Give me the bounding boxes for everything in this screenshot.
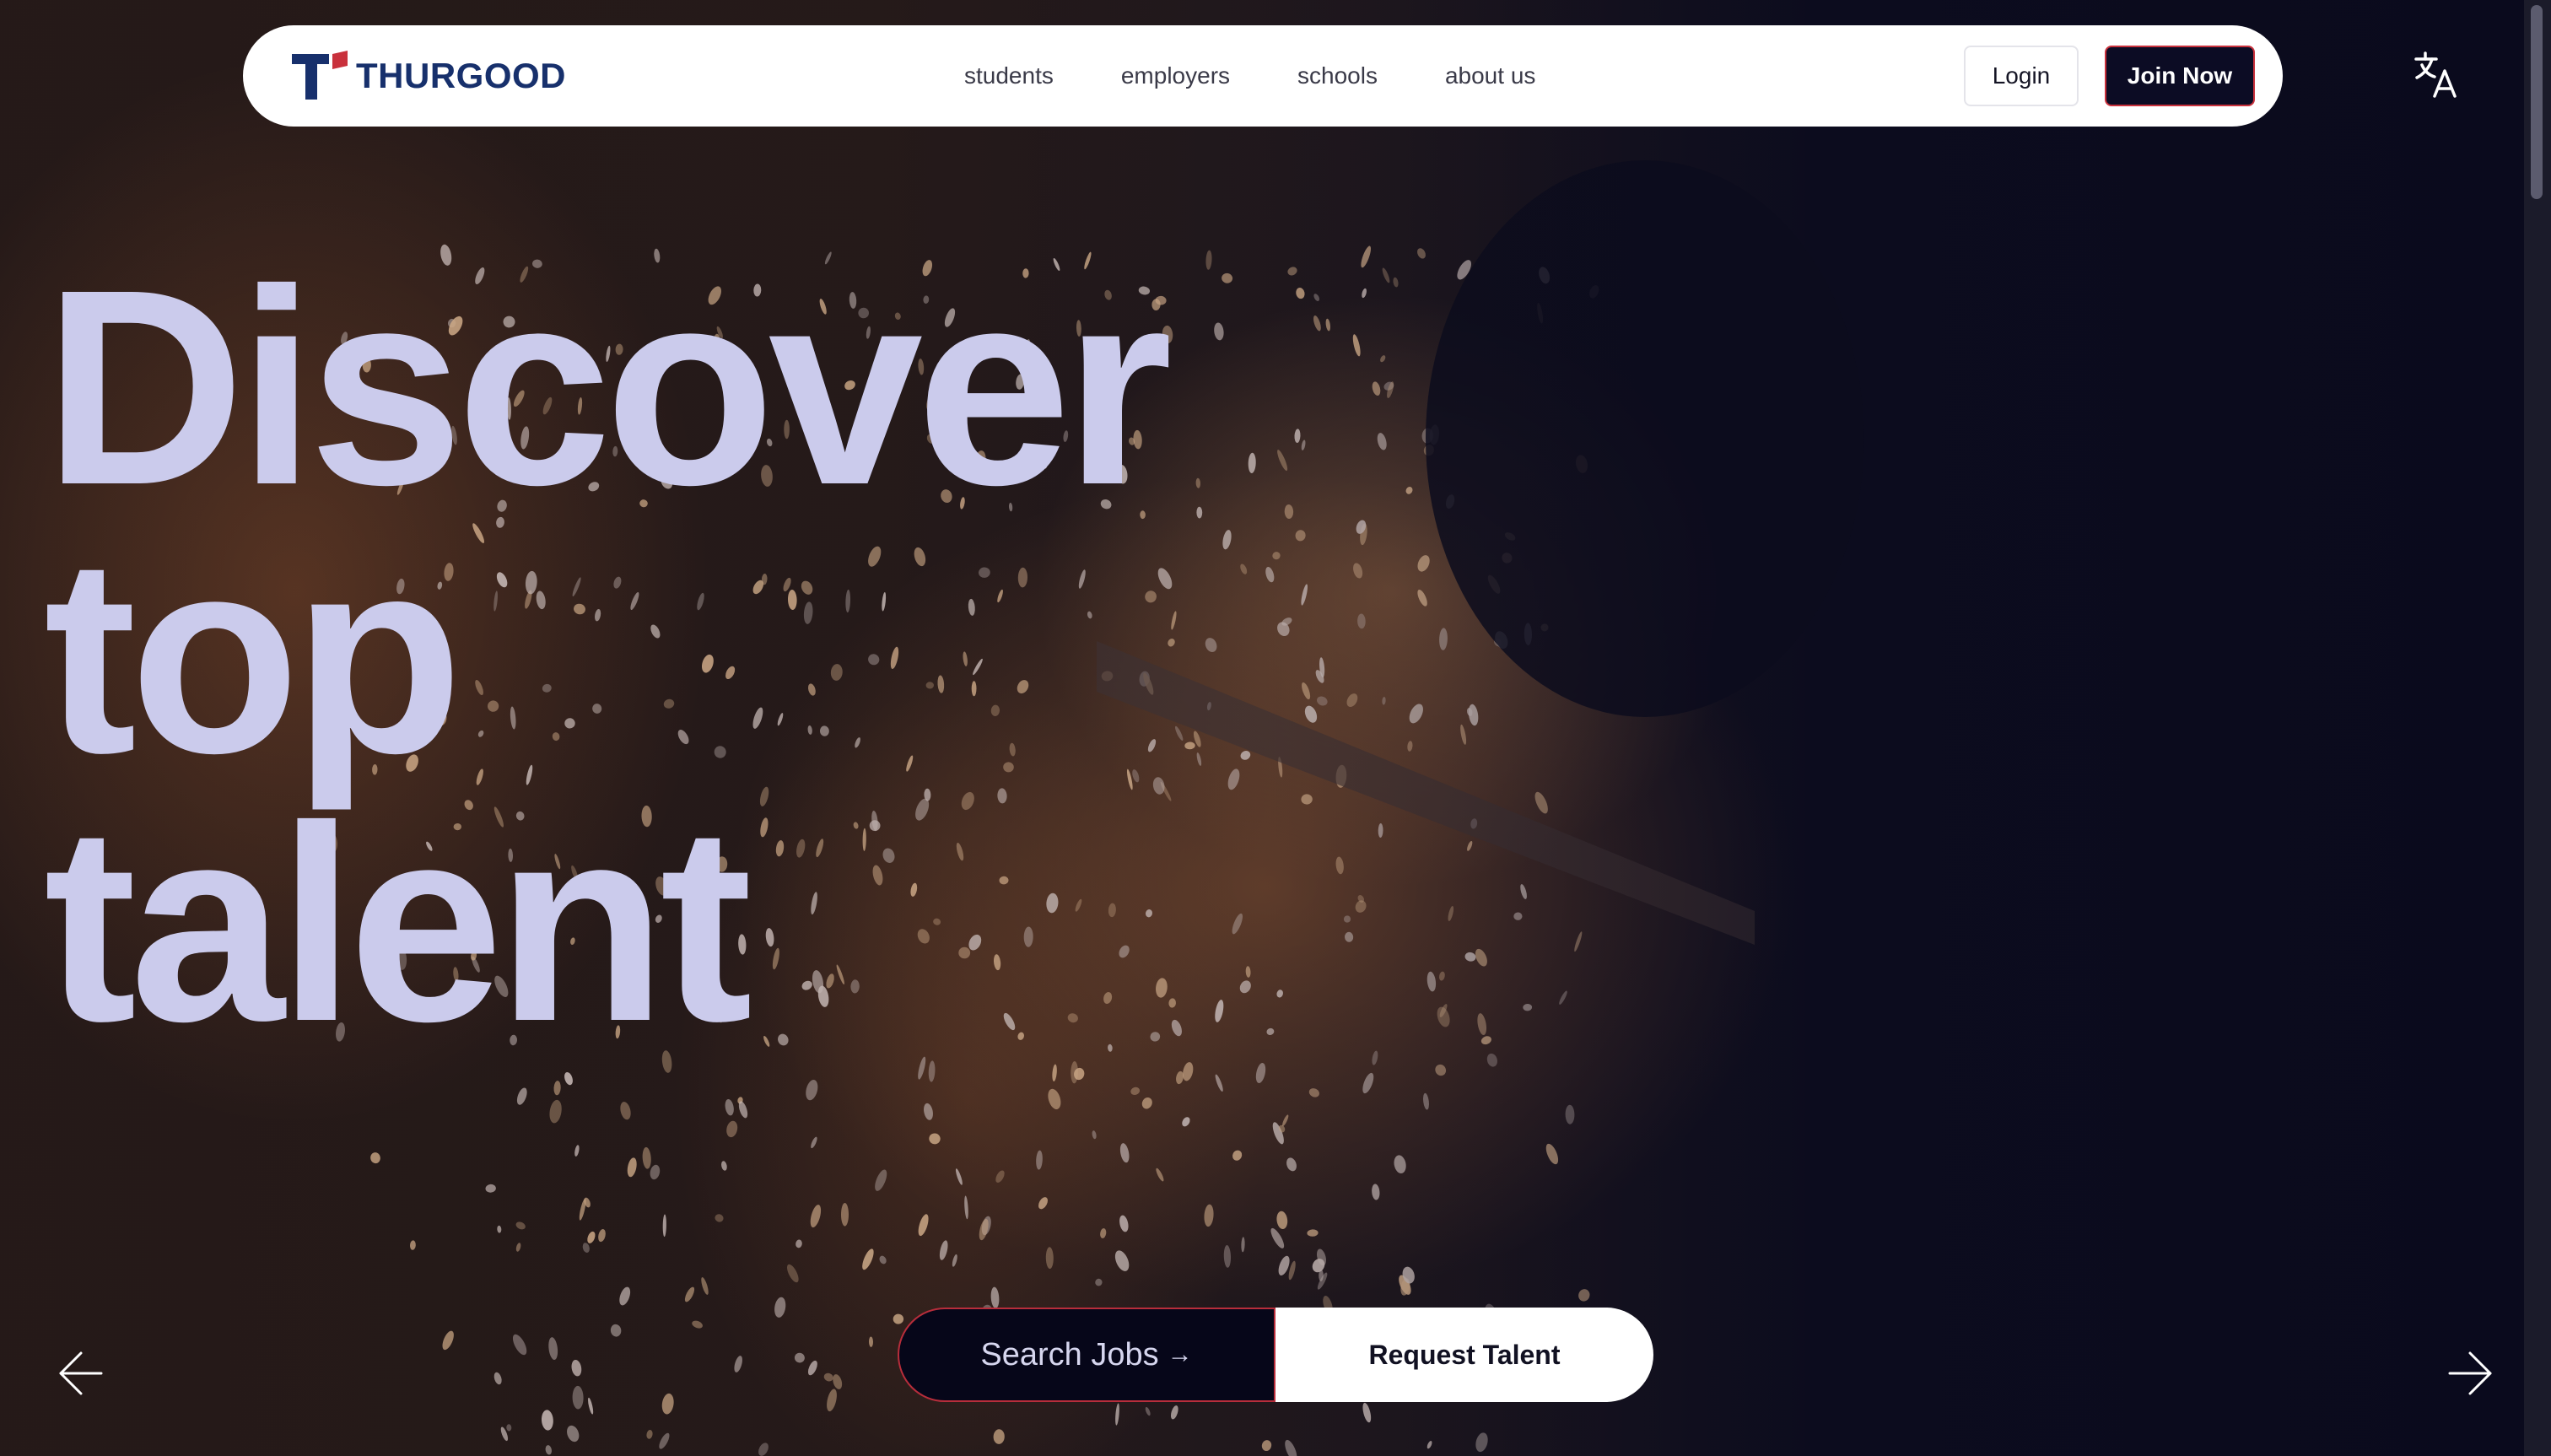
hero-headline: Discover top talent [44,231,1173,1079]
headline-line: Discover [44,231,1173,542]
nav-link-students[interactable]: students [964,62,1054,89]
arrow-right-icon[interactable] [2446,1350,2494,1397]
nav-link-about-us[interactable]: about us [1445,62,1535,89]
search-jobs-button[interactable]: Search Jobs → [898,1308,1276,1402]
join-now-button[interactable]: Join Now [2105,46,2255,106]
scrollbar-thumb[interactable] [2531,5,2543,199]
logo-text: THURGOOD [356,56,566,95]
logo-mark-icon [292,51,348,100]
arrow-right-small-icon: → [1167,1340,1193,1368]
search-jobs-label: Search Jobs [980,1336,1159,1372]
login-button[interactable]: Login [1964,46,2079,106]
hero-cta-group: Search Jobs → Request Talent [898,1308,1653,1402]
request-talent-button[interactable]: Request Talent [1276,1308,1653,1402]
nav-link-schools[interactable]: schools [1297,62,1378,89]
nav-links: students employers schools about us [964,25,1535,127]
translate-icon[interactable] [2414,51,2460,100]
top-navbar: THURGOOD students employers schools abou… [243,25,2283,127]
page-scrollbar[interactable] [2524,0,2551,1456]
arrow-left-icon[interactable] [57,1350,105,1397]
thurgood-logo[interactable]: THURGOOD [292,51,566,101]
nav-link-employers[interactable]: employers [1121,62,1230,89]
headline-line: talent [44,768,752,1079]
headline-line: top [44,499,463,811]
